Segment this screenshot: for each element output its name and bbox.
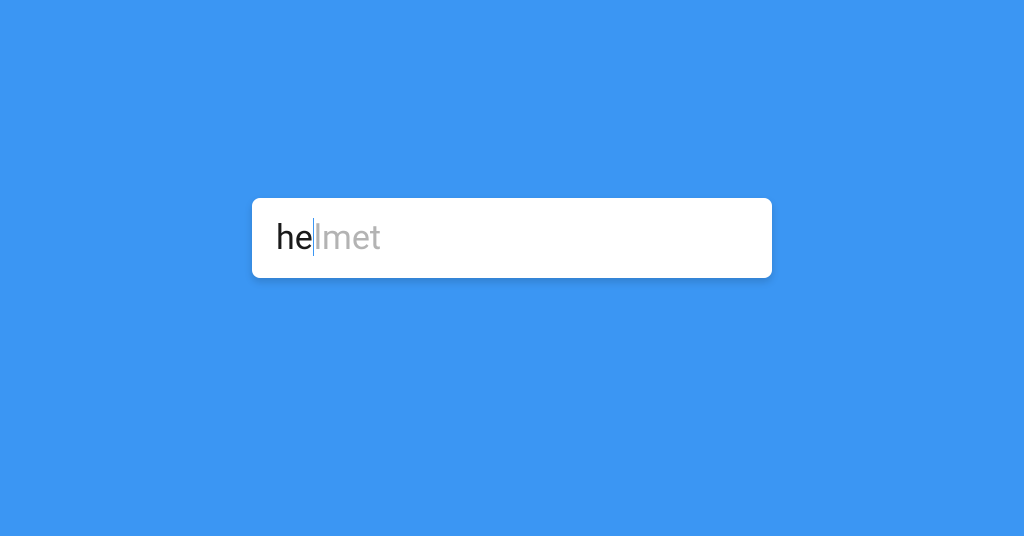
search-autocomplete-suggestion: lmet <box>314 221 381 255</box>
search-typed-text: he <box>276 221 313 255</box>
search-container: helmet <box>252 198 772 278</box>
search-input[interactable]: helmet <box>252 198 772 278</box>
